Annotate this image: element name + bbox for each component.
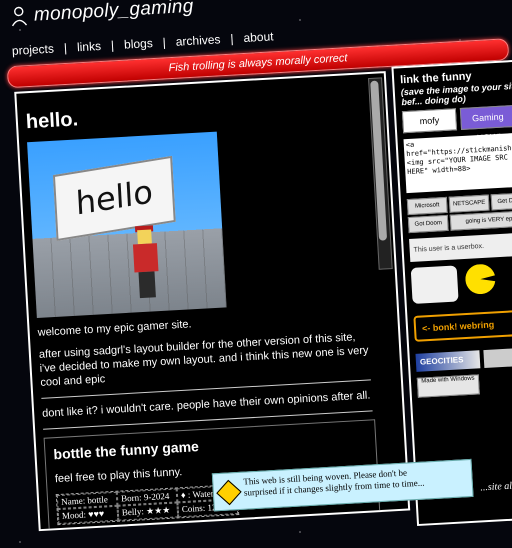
character-head [137, 229, 152, 245]
hello-image: hello [27, 131, 227, 318]
floor-grid [32, 228, 227, 318]
page-scene: monopoly_gaming projects | links | blogs | … [0, 0, 512, 542]
nav-links[interactable]: links [77, 39, 102, 54]
notice-tail: ...site always [480, 479, 512, 494]
nav-blogs[interactable]: blogs [124, 36, 153, 52]
nav-archives[interactable]: archives [175, 32, 220, 48]
main-content-panel: hello. hello welcome to my epic gamer si… [14, 71, 411, 532]
construction-sign-icon [216, 479, 242, 506]
pacman-image [465, 263, 497, 295]
character-legs [138, 271, 156, 299]
sign-text: hello [74, 172, 154, 223]
bonk-webring[interactable]: <- bonk! webring [413, 308, 512, 342]
geocities-badge[interactable]: GEOCITIES [415, 350, 481, 372]
pet-mood: Mood: ♥♥♥ [57, 505, 119, 525]
roblox-character [130, 225, 162, 300]
page-heading: hello. [25, 108, 79, 134]
doom-badge[interactable]: Get Doom Now! [490, 192, 512, 219]
sidebar-panel: link the funny (save the image to your s… [391, 58, 512, 527]
trollface-image [410, 265, 459, 304]
intro-paragraph-3: dont like it? i wouldn't care. people ha… [41, 389, 371, 420]
site-title: monopoly_gaming [33, 0, 195, 26]
nav-about[interactable]: about [243, 29, 274, 45]
nav-separator: | [63, 40, 68, 56]
stickman-logo-icon [11, 6, 28, 27]
intro-paragraph-2: after using sadgrl's layout builder for … [38, 331, 369, 389]
nav-projects[interactable]: projects [12, 42, 55, 58]
nav-separator: | [110, 38, 115, 53]
nav-separator: | [230, 31, 234, 46]
scrollbar-thumb[interactable] [370, 80, 388, 241]
geocities-row: GEOCITIES [415, 346, 512, 372]
site-button-mofy[interactable]: mofy [401, 108, 458, 134]
made-with-windows-badge[interactable]: Made with Windows [416, 374, 480, 398]
character-body [132, 243, 159, 273]
got-doom-badge[interactable]: Got Doom [407, 214, 449, 234]
ie-badge[interactable]: Microsoft Internet Explorer [406, 196, 448, 238]
virtual-pet-widget[interactable]: Name: bottle Born: 9-2024 ♦ : Water Mood… [55, 484, 240, 526]
site-button-gaming-now[interactable]: Gaming NOW! [460, 104, 512, 143]
nav-separator: | [162, 35, 167, 50]
netscape-badge[interactable]: NETSCAPE [448, 194, 490, 213]
face-images [410, 261, 512, 304]
badge-grid: Microsoft Internet Explorer NETSCAPE Get… [406, 192, 512, 238]
misc-badge[interactable] [483, 348, 512, 369]
going-epic-badge[interactable]: going is VERY epic [449, 210, 512, 231]
site-brand[interactable]: monopoly_gaming [9, 0, 194, 28]
